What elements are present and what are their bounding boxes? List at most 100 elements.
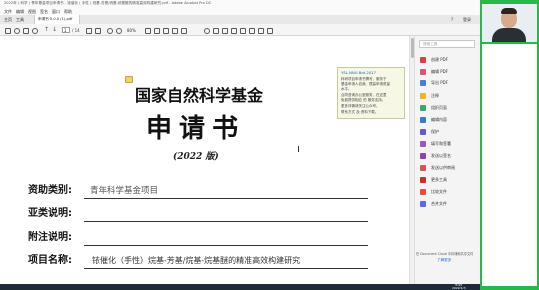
tool-search-field[interactable]: 搜索工具: [419, 40, 475, 48]
create-pdf-icon: [420, 57, 426, 63]
document-cloud-promo: 在 Document Cloud 中存储和共享文件: [416, 252, 474, 256]
fit-page-icon[interactable]: [145, 28, 151, 34]
send-review-icon: [420, 165, 426, 171]
export-pdf-icon: [420, 80, 426, 86]
webcam-view: [482, 4, 537, 42]
document-subtitle: 申 请 书: [146, 114, 238, 144]
tool-compare-files[interactable]: 比较文件: [420, 187, 478, 197]
comment-line: 科研项目申请书撰写，服务于: [341, 77, 387, 81]
tab-home[interactable]: 主页: [4, 17, 12, 22]
tool-edit-pdf[interactable]: 编辑 PDF: [420, 67, 478, 77]
upload-icon[interactable]: [14, 28, 20, 34]
menu-sign[interactable]: 签名: [40, 9, 48, 14]
tab-document[interactable]: 申请书 5.0.0 (1).pdf: [34, 15, 80, 24]
tool-comment[interactable]: 注释: [420, 91, 478, 101]
combine-files-icon: [420, 201, 426, 207]
compare-files-icon: [420, 189, 426, 195]
draw-icon[interactable]: [222, 28, 228, 34]
email-icon[interactable]: [267, 28, 273, 34]
protect-icon: [420, 129, 426, 135]
menu-view[interactable]: 视图: [28, 9, 36, 14]
tool-edit-content[interactable]: 编辑内容: [420, 115, 478, 125]
tool-fill-sign[interactable]: 填写和签署: [420, 139, 478, 149]
tool-create-pdf[interactable]: 创建 PDF: [420, 55, 478, 65]
sticky-note-icon[interactable]: [125, 76, 133, 83]
tab-tools[interactable]: 工具: [16, 17, 24, 22]
print-icon[interactable]: [23, 28, 29, 34]
tool-combine-files[interactable]: 合并文件: [420, 199, 478, 209]
comment-popup[interactable]: YSL.NNU.Bot.2017 科研项目申请书撰写，服务于 基金申请人自我、提…: [337, 67, 405, 119]
menu-bar: 文件 编辑 视图 签名 窗口 帮助: [0, 8, 480, 15]
select-icon[interactable]: [86, 28, 92, 34]
sign-icon[interactable]: [249, 28, 255, 34]
comment-line: 基金申请人自我、提高申请质量: [341, 82, 390, 86]
window-title: 2022年 ( 科学 ) 青年基金项目申请书 - 铱催化 ( 手性 ) 烷基-芳…: [4, 1, 212, 5]
share-icon[interactable]: [258, 28, 264, 34]
next-page-icon[interactable]: ↓: [52, 27, 57, 33]
presenter-body: [492, 28, 526, 42]
comment-icon: [420, 93, 426, 99]
menu-edit[interactable]: 编辑: [16, 9, 24, 14]
prev-page-icon[interactable]: ↑: [44, 27, 49, 33]
comment-popup-header: YSL.NNU.Bot.2017: [341, 70, 377, 75]
help-button[interactable]: ?: [451, 17, 453, 22]
edit-pdf-icon: [420, 69, 426, 75]
comment-line: 联系方式 及 资料下载。: [341, 110, 379, 114]
text-cursor: [298, 146, 299, 152]
edit-content-icon: [420, 117, 426, 123]
tool-search-placeholder: 搜索工具: [423, 42, 438, 46]
document-year: (2022 版): [173, 152, 219, 162]
scroll-mode-icon[interactable]: [154, 28, 160, 34]
title-bar: 2022年 ( 科学 ) 青年基金项目申请书 - 铱催化 ( 手性 ) 烷基-芳…: [0, 0, 480, 8]
crop-icon[interactable]: [181, 28, 187, 34]
tool-organize-pages[interactable]: 组织页面: [420, 103, 478, 113]
page-number-input[interactable]: 1: [62, 27, 70, 33]
tool-protect[interactable]: 保护: [420, 127, 478, 137]
search-icon[interactable]: [32, 28, 38, 34]
field-label-subcategory: 亚类说明:: [28, 208, 72, 219]
comment-tool-icon[interactable]: [204, 28, 210, 34]
learn-more-link[interactable]: 了解更多: [437, 258, 451, 263]
zoom-in-icon[interactable]: [116, 28, 122, 34]
rotate-icon[interactable]: [172, 28, 178, 34]
comment-line: 更多详情请关注公众号。: [341, 104, 380, 108]
field-value-funding-category: 青年科学基金项目: [90, 186, 159, 196]
tool-send-sign[interactable]: 发送以签名: [420, 151, 478, 161]
keyboard-icon[interactable]: [163, 28, 169, 34]
fill-sign-icon: [420, 141, 426, 147]
field-label-funding-category: 资助类别:: [28, 185, 72, 196]
zoom-level[interactable]: 80%: [127, 28, 136, 33]
menu-window[interactable]: 窗口: [52, 9, 60, 14]
field-label-project-name: 项目名称:: [28, 255, 72, 266]
overlay-panel: [482, 44, 537, 286]
comment-line: 水平。: [341, 87, 352, 91]
hand-icon[interactable]: [95, 28, 101, 34]
comment-line: 合同咨询办公室服务，在这里: [341, 93, 387, 97]
field-underline: [84, 198, 368, 199]
taskbar: 9:49 2022/1/3: [0, 283, 480, 290]
field-underline: [84, 221, 368, 222]
tool-more-tools[interactable]: 更多工具: [420, 175, 478, 185]
field-label-notes: 附注说明:: [28, 232, 72, 243]
highlight-icon[interactable]: [213, 28, 219, 34]
comment-line: 免费提供相应 的 服务支持。: [341, 98, 386, 102]
send-sign-icon: [420, 153, 426, 159]
text-icon[interactable]: [231, 28, 237, 34]
page-total: / 14: [72, 28, 80, 33]
menu-help[interactable]: 帮助: [64, 9, 72, 14]
page-title: 国家自然科学基金: [135, 86, 264, 105]
zoom-out-icon[interactable]: [107, 28, 113, 34]
menu-file[interactable]: 文件: [4, 9, 12, 14]
login-button[interactable]: 登录: [463, 17, 471, 22]
organize-pages-icon: [420, 105, 426, 111]
field-value-project-name: 铱催化（手性）烷基-芳基/烷基-烷基醚的精准高效构建研究: [92, 256, 301, 265]
field-underline: [84, 268, 368, 269]
tool-export-pdf[interactable]: 导出 PDF: [420, 78, 478, 88]
field-underline: [84, 245, 368, 246]
presenter-hair: [501, 8, 517, 14]
stamp-icon[interactable]: [240, 28, 246, 34]
tool-send-review[interactable]: 发送以供审阅: [420, 163, 478, 173]
tab-document-label: 申请书 5.0.0 (1).pdf: [38, 17, 73, 21]
more-tools-icon: [420, 177, 426, 183]
save-icon[interactable]: [5, 28, 11, 34]
